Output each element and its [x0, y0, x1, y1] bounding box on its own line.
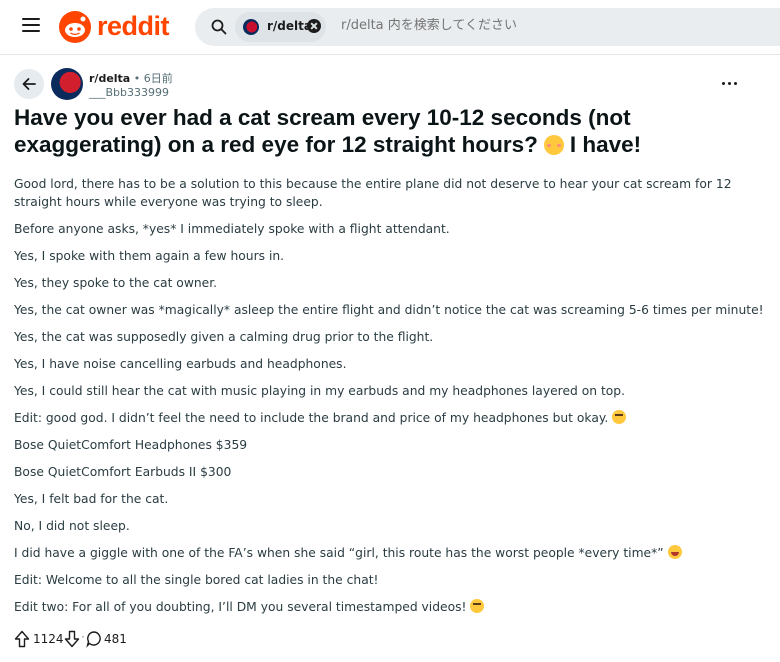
search-bar[interactable]: r/delta — [195, 8, 780, 46]
back-button[interactable] — [14, 69, 44, 99]
search-input[interactable] — [341, 18, 741, 33]
body-paragraph: Yes, I spoke with them again a few hours… — [14, 249, 285, 263]
body-paragraph: Before anyone asks, *yes* I immediately … — [14, 222, 450, 236]
post-body: Good lord, there has to be a solution to… — [14, 175, 764, 625]
body-paragraph: Good lord, there has to be a solution to… — [14, 177, 732, 209]
subreddit-icon — [243, 19, 259, 35]
reddit-wordmark[interactable]: reddit — [97, 10, 170, 42]
subreddit-filter-chip[interactable]: r/delta — [235, 12, 326, 42]
subreddit-avatar[interactable] — [51, 68, 83, 100]
body-paragraph-with-emoji: I did have a giggle with one of the FA’s… — [14, 544, 744, 562]
upvote-icon[interactable] — [14, 630, 30, 648]
vote-count: 1124 — [33, 632, 64, 646]
menu-icon[interactable] — [22, 18, 40, 32]
flushed-emoji-icon — [543, 135, 564, 155]
eye-roll-emoji-icon — [612, 410, 627, 424]
post-title-ending: I have! — [569, 132, 642, 157]
body-paragraph: Edit: Welcome to all the single bored ca… — [14, 573, 379, 587]
post-title-text: Have you ever had a cat scream every 10-… — [14, 105, 631, 157]
body-paragraph: Yes, I have noise cancelling earbuds and… — [14, 357, 347, 371]
body-paragraph: Yes, the cat owner was *magically* aslee… — [14, 303, 764, 317]
body-paragraph-with-emoji: Edit two: For all of you doubting, I’ll … — [14, 598, 744, 616]
body-paragraph-text: I did have a giggle with one of the FA’s… — [14, 546, 664, 560]
laughing-emoji-icon — [667, 545, 682, 559]
subreddit-link[interactable]: r/delta — [89, 72, 130, 85]
eye-roll-emoji-icon — [470, 599, 485, 613]
clear-chip-icon[interactable] — [307, 19, 321, 33]
post-meta: r/delta • 6日前 — [89, 70, 173, 86]
body-paragraph-text: Edit: good god. I didn’t feel the need t… — [14, 411, 609, 425]
body-paragraph: Yes, they spoke to the cat owner. — [14, 276, 218, 290]
body-paragraph-text: Edit two: For all of you doubting, I’ll … — [14, 600, 467, 614]
top-bar: reddit r/delta — [0, 0, 780, 55]
more-options-button[interactable] — [720, 76, 740, 92]
chip-label: r/delta — [267, 19, 312, 33]
post-time: • 6日前 — [130, 72, 173, 85]
body-paragraph-with-emoji: Edit: good god. I didn’t feel the need t… — [14, 409, 744, 427]
reddit-logo-icon[interactable] — [58, 10, 92, 44]
body-paragraph: Yes, I felt bad for the cat. — [14, 492, 169, 506]
body-paragraph: Bose QuietComfort Earbuds II $300 — [14, 465, 232, 479]
downvote-icon[interactable] — [64, 630, 80, 648]
author-link[interactable]: ___Bbb333999 — [89, 86, 169, 99]
body-paragraph: Yes, the cat was supposedly given a calm… — [14, 330, 434, 344]
search-icon — [211, 19, 227, 35]
comment-icon[interactable] — [86, 630, 102, 648]
comment-count[interactable]: 481 — [104, 632, 127, 646]
divider-dot: · — [81, 630, 85, 644]
body-paragraph: Yes, I could still hear the cat with mus… — [14, 384, 626, 398]
post-title: Have you ever had a cat scream every 10-… — [14, 104, 754, 158]
body-paragraph: Bose QuietComfort Headphones $359 — [14, 438, 248, 452]
arrow-left-icon — [22, 78, 36, 90]
body-paragraph: No, I did not sleep. — [14, 519, 130, 533]
